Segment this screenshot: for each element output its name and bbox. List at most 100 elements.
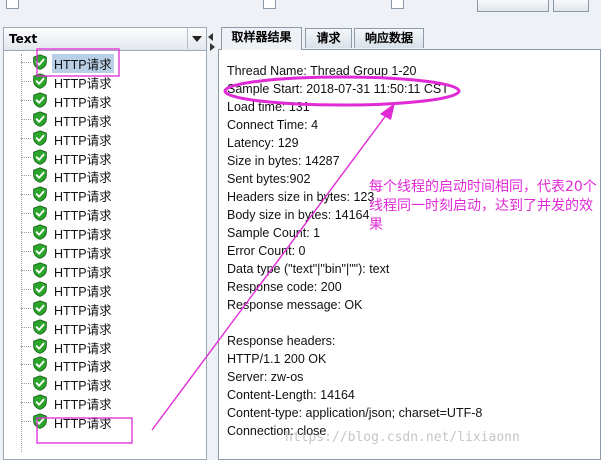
result-line: Server: zw-os xyxy=(227,370,304,384)
tree-item[interactable]: HTTP请求 xyxy=(21,318,201,337)
tree-connector xyxy=(21,118,31,120)
tree-item[interactable]: HTTP请求 xyxy=(21,129,201,148)
tree-item[interactable]: HTTP请求 xyxy=(21,299,201,318)
tree-connector xyxy=(21,326,31,328)
tree-connector xyxy=(21,421,31,423)
shield-check-icon xyxy=(32,224,48,240)
renderer-combo[interactable]: Text xyxy=(4,28,206,51)
result-line: Error Count: 0 xyxy=(227,244,306,258)
toolbar-button[interactable] xyxy=(553,0,589,12)
tree-item[interactable]: HTTP请求 xyxy=(21,72,201,91)
tree-item[interactable]: HTTP请求 xyxy=(21,148,201,167)
tree-item-label: HTTP请求 xyxy=(54,133,112,148)
shield-check-icon xyxy=(32,262,48,278)
tree-connector xyxy=(21,251,31,252)
shield-check-icon xyxy=(32,205,48,222)
tab-sampler-result[interactable]: 取样器结果 xyxy=(221,27,302,50)
tree-connector xyxy=(21,232,31,234)
shield-check-icon xyxy=(32,167,48,184)
checkbox[interactable] xyxy=(263,0,276,9)
split-pane-divider[interactable] xyxy=(207,27,217,460)
tree-item-label: HTTP请求 xyxy=(54,322,112,337)
shield-check-icon xyxy=(32,413,48,429)
tree-connector xyxy=(21,383,31,385)
shield-check-icon xyxy=(32,73,48,89)
result-line: Sample Count: 1 xyxy=(227,226,321,240)
tree-item-label: HTTP请求 xyxy=(54,190,112,205)
sampler-result-text-area[interactable]: Thread Name: Thread Group 1-20 Sample Sta… xyxy=(218,49,601,460)
result-line: Content-Length: 14164 xyxy=(227,388,355,402)
result-tree: HTTP请求 HTTP请求 HTTP请求 HTTP请求 HTTP请求 HTTP请求 HTTP… xyxy=(4,50,206,460)
tree-item-label: HTTP请求 xyxy=(54,152,112,167)
tree-connector xyxy=(21,175,31,177)
tree-connector xyxy=(21,345,31,347)
shield-check-icon xyxy=(32,300,48,316)
shield-check-icon xyxy=(32,356,48,373)
shield-check-icon xyxy=(32,318,48,335)
toolbar-button[interactable] xyxy=(477,0,549,12)
shield-check-icon xyxy=(32,148,48,165)
result-line: Headers size in bytes: 123 xyxy=(227,190,375,204)
tree-item-label: HTTP请求 xyxy=(52,54,114,73)
annotation-note: 每个线程的启动时间相同，代表20个线程同一时刻启动，达到了并发的效果 xyxy=(369,179,597,233)
tab-response-data[interactable]: 响应数据 xyxy=(354,28,424,48)
tree-item[interactable]: HTTP请求 xyxy=(21,280,201,299)
tree-item[interactable]: HTTP请求 xyxy=(21,91,201,110)
watermark-url: https://blog.csdn.net/lixiaonn xyxy=(285,430,520,445)
tree-item[interactable]: HTTP请求 xyxy=(21,393,201,413)
shield-check-icon xyxy=(32,243,48,259)
tree-item-label: HTTP请求 xyxy=(54,341,112,356)
tree-item-label: HTTP请求 xyxy=(54,114,112,129)
result-line: Connect Time: 4 xyxy=(227,118,319,132)
shield-check-icon xyxy=(32,186,48,203)
tree-connector xyxy=(21,80,31,82)
tree-connector xyxy=(21,307,31,309)
tab-request[interactable]: 请求 xyxy=(305,28,352,48)
result-line: Response message: OK xyxy=(227,298,363,312)
tree-item[interactable]: HTTP请求 xyxy=(21,337,201,356)
checkbox[interactable] xyxy=(6,0,19,9)
result-line: Latency: 129 xyxy=(227,136,299,150)
tree-item-label: HTTP请求 xyxy=(54,379,112,394)
tree-connector xyxy=(21,213,31,215)
collapse-left-icon[interactable] xyxy=(208,33,213,41)
tree-item[interactable]: HTTP请求 xyxy=(21,355,201,374)
tree-item-label: HTTP请求 xyxy=(54,398,112,413)
tree-item[interactable]: HTTP请求 xyxy=(21,261,201,280)
tree-item-label: HTTP请求 xyxy=(54,303,112,318)
expand-right-icon[interactable] xyxy=(210,43,215,51)
tree-item[interactable]: HTTP请求 xyxy=(21,53,201,73)
tree-connector xyxy=(21,269,31,271)
result-line: Content-type: application/json; charset=… xyxy=(227,406,483,420)
checkbox[interactable] xyxy=(391,0,404,9)
shield-check-icon xyxy=(32,337,48,354)
tree-item[interactable]: HTTP请求 xyxy=(21,110,201,129)
tree-item-label: HTTP请求 xyxy=(54,247,112,261)
top-toolbar-strip xyxy=(0,0,601,26)
tree-item-label: HTTP请求 xyxy=(54,95,112,110)
tree-item[interactable]: HTTP请求 xyxy=(21,374,201,394)
chevron-down-icon[interactable] xyxy=(187,28,206,49)
tree-item[interactable]: HTTP请求 xyxy=(21,185,201,205)
shield-check-icon xyxy=(32,111,48,127)
tree-item[interactable]: HTTP请求 xyxy=(21,223,201,242)
shield-check-icon xyxy=(32,281,48,297)
shield-check-icon xyxy=(32,54,48,70)
result-line: Load time: 131 xyxy=(227,100,310,114)
result-line: Sample Start: 2018-07-31 11:50:11 CST xyxy=(227,82,449,96)
tree-item[interactable]: HTTP请求 xyxy=(21,166,201,185)
tree-item-label: HTTP请求 xyxy=(54,209,112,224)
result-line: Thread Name: Thread Group 1-20 xyxy=(227,64,417,78)
result-line: Data type ("text"|"bin"|""): text xyxy=(227,262,390,276)
tree-item[interactable]: HTTP请求 xyxy=(21,204,201,224)
tree-item[interactable]: HTTP请求 xyxy=(21,242,201,261)
tree-connector xyxy=(21,194,31,196)
tree-item[interactable]: HTTP请求 xyxy=(21,412,201,431)
shield-check-icon xyxy=(32,92,48,108)
renderer-combo-value: Text xyxy=(9,32,38,46)
tree-item-label: HTTP请求 xyxy=(54,76,112,91)
result-line: Sent bytes:902 xyxy=(227,172,311,186)
tree-connector xyxy=(21,364,31,366)
tree-item-label: HTTP请求 xyxy=(54,284,112,299)
result-line: Size in bytes: 14287 xyxy=(227,154,340,168)
